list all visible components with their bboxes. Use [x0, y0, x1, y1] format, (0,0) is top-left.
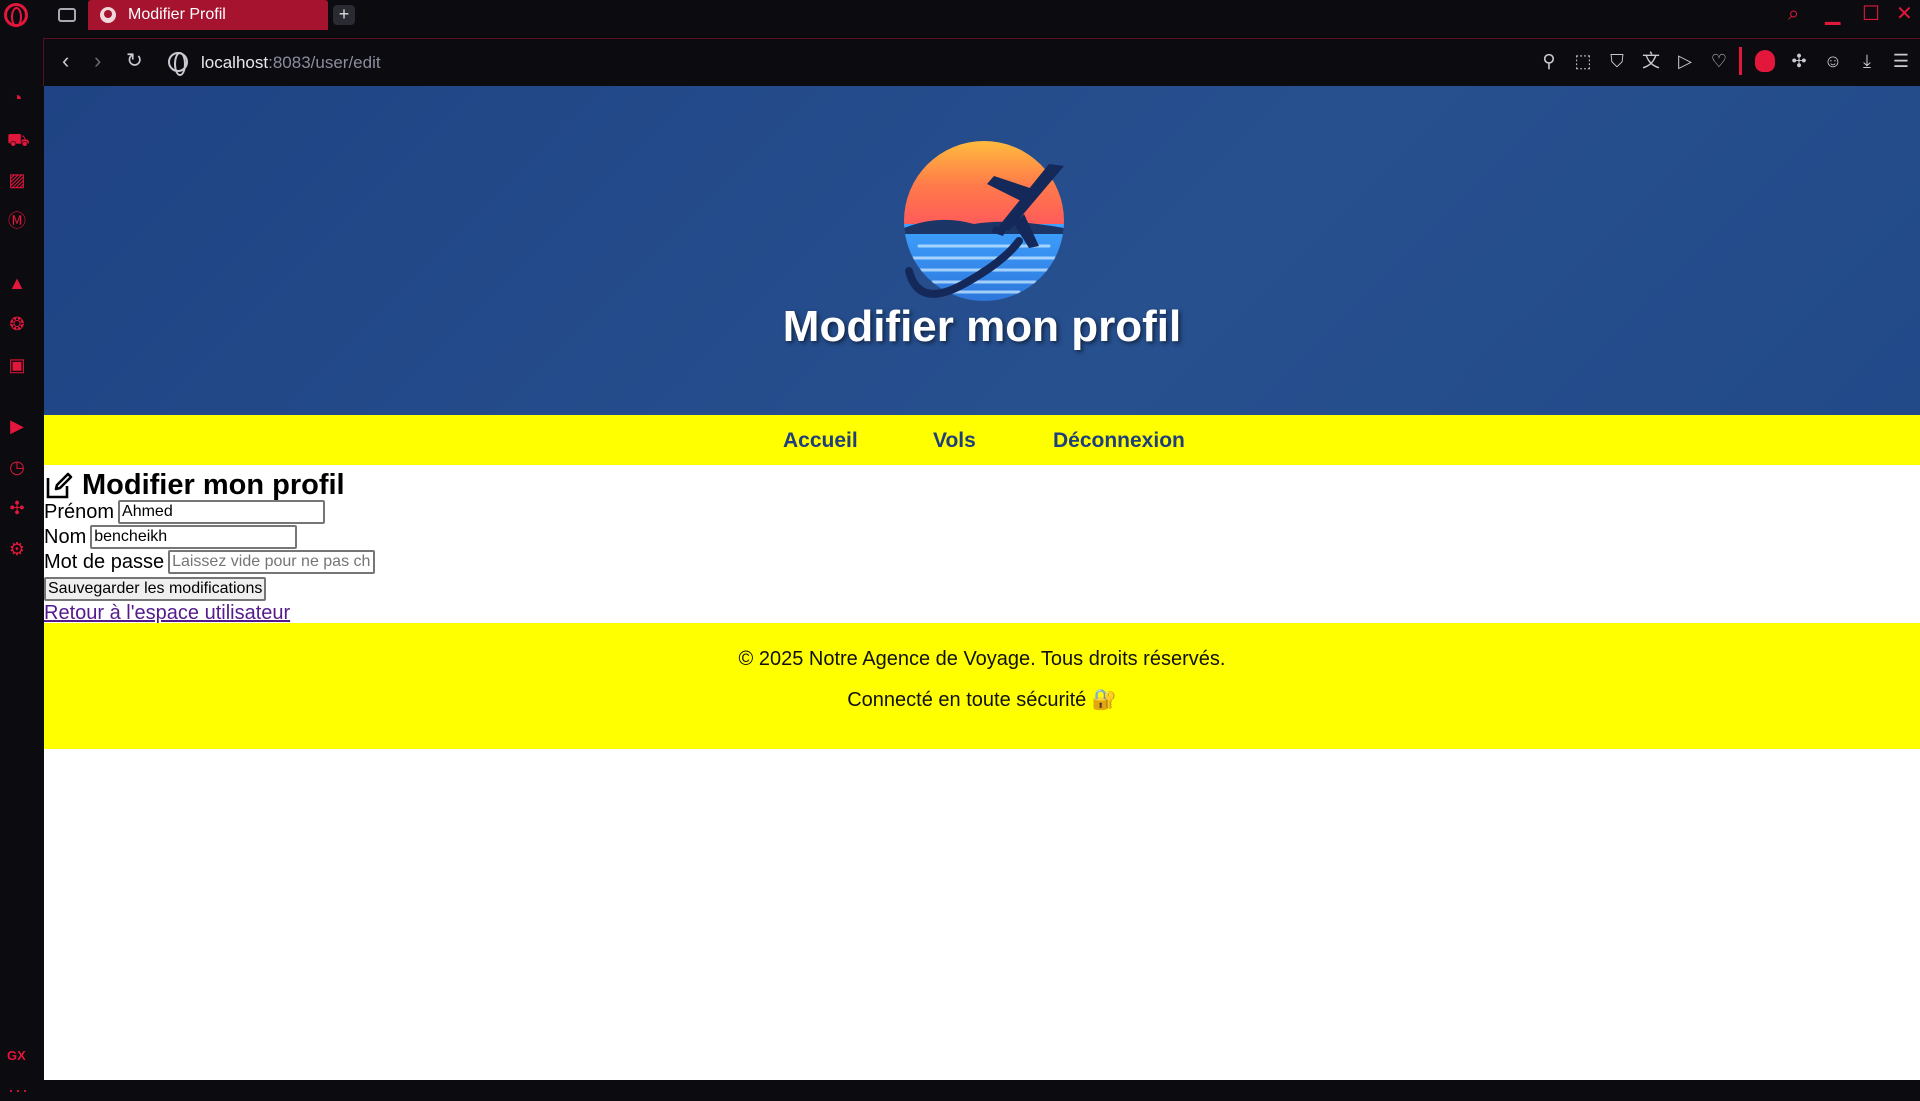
player-icon[interactable]: ▶	[7, 416, 27, 436]
gx-label[interactable]: GX	[7, 1048, 26, 1063]
nom-input[interactable]	[90, 525, 298, 549]
nom-label: Nom	[44, 525, 87, 548]
send-icon[interactable]: ▷	[1674, 50, 1696, 72]
more-icon[interactable]: ···	[8, 1080, 29, 1101]
save-button[interactable]: Sauvegarder les modifications	[44, 577, 267, 601]
reload-icon[interactable]: ↻	[126, 49, 143, 73]
search-icon[interactable]: ⌕	[1788, 3, 1799, 25]
url-field[interactable]: localhost:8083/user/edit	[201, 53, 381, 73]
messenger-icon[interactable]: Ⓜ	[7, 211, 27, 231]
globe-icon	[100, 7, 116, 23]
web-page: Modifier mon profil Accueil Vols Déconne…	[44, 86, 1920, 1080]
footer-copyright: © 2025 Notre Agence de Voyage. Tous droi…	[738, 648, 1226, 670]
snapshot-icon[interactable]: ⬚	[1572, 50, 1594, 72]
form-heading: Modifier mon profil	[44, 469, 345, 502]
password-label: Mot de passe	[44, 550, 165, 573]
extensions-icon[interactable]: ✣	[7, 498, 27, 518]
back-to-user-space-link[interactable]: Retour à l'espace utilisateur	[44, 602, 290, 625]
url-path: :8083/user/edit	[268, 53, 381, 72]
hero-title: Modifier mon profil	[782, 302, 1182, 351]
aria-icon[interactable]: ▲	[7, 273, 27, 293]
gx-corner-icon[interactable]: ⛟	[7, 130, 30, 150]
password-input[interactable]	[168, 550, 376, 574]
opera-logo-icon[interactable]	[4, 3, 28, 27]
site-info-icon[interactable]	[168, 52, 188, 76]
prenom-row: Prénom	[44, 500, 326, 524]
translate-icon[interactable]: 文	[1640, 50, 1662, 72]
password-row: Mot de passe	[44, 550, 376, 574]
speed-dial-icon[interactable]: ◔	[7, 88, 27, 108]
nom-row: Nom	[44, 525, 298, 549]
tab-modifier-profil[interactable]: Modifier Profil	[88, 0, 328, 30]
address-bar: ‹ › ↻ localhost:8083/user/edit ⚲ ⬚ ⛉ 文 ▷…	[43, 38, 1920, 86]
settings-icon[interactable]: ⚙	[7, 539, 27, 559]
twitch-icon[interactable]: ▣	[7, 355, 27, 375]
minimize-icon[interactable]: ▁	[1825, 3, 1840, 25]
travel-logo-icon	[899, 136, 1069, 306]
nav-vols[interactable]: Vols	[933, 429, 976, 453]
menu-icon[interactable]: ☰	[1890, 50, 1912, 72]
history-icon[interactable]: ◷	[7, 457, 27, 477]
tab-title: Modifier Profil	[128, 6, 226, 23]
prenom-label: Prénom	[44, 500, 115, 523]
nav-accueil[interactable]: Accueil	[783, 429, 858, 453]
form-heading-text: Modifier mon profil	[82, 469, 345, 501]
maximize-icon[interactable]: ☐	[1862, 3, 1880, 25]
chatgpt-icon[interactable]: ❂	[7, 314, 27, 334]
prenom-input[interactable]	[118, 500, 326, 524]
nav-deconnexion[interactable]: Déconnexion	[1053, 429, 1185, 453]
adblock-extension-icon[interactable]	[1755, 50, 1775, 72]
close-icon[interactable]: ✕	[1896, 3, 1913, 25]
back-icon[interactable]: ‹	[62, 49, 69, 73]
edit-icon	[46, 472, 73, 498]
browser-sidebar: ◔ ⛟ ▨ Ⓜ ▲ ❂ ▣ ▶ ◷ ✣ ⚙ GX ···	[0, 30, 44, 1100]
hero-banner: Modifier mon profil	[44, 86, 1920, 415]
page-footer: © 2025 Notre Agence de Voyage. Tous droi…	[44, 623, 1920, 749]
new-tab-button[interactable]: +	[333, 5, 355, 25]
vpn-shield-icon[interactable]: ⛉	[1606, 50, 1628, 72]
browser-tab-bar: Modifier Profil + ⌕ ▁ ☐ ✕	[0, 0, 1920, 30]
tab-switcher-icon[interactable]	[58, 8, 76, 22]
forward-icon[interactable]: ›	[94, 49, 101, 73]
heart-icon[interactable]: ♡	[1708, 50, 1730, 72]
news-icon[interactable]: ▨	[7, 170, 27, 190]
profile-icon[interactable]: ☺	[1822, 50, 1844, 72]
pin-icon[interactable]: ⚲	[1538, 50, 1560, 72]
toolbar-separator	[1739, 47, 1742, 75]
footer-secure-text: Connecté en toute sécurité 🔐	[847, 689, 1117, 711]
puzzle-extensions-icon[interactable]: ✣	[1788, 50, 1810, 72]
download-icon[interactable]: ⤓	[1856, 50, 1878, 72]
url-host: localhost	[201, 53, 269, 72]
main-navbar: Accueil Vols Déconnexion	[44, 415, 1920, 465]
